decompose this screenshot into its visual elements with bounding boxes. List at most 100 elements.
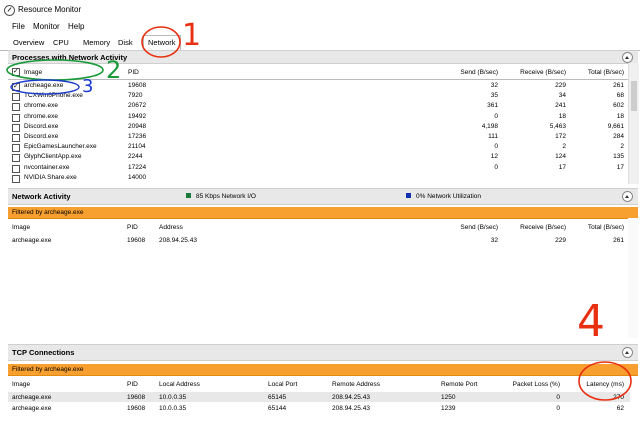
tab-cpu[interactable]: CPU (53, 38, 69, 47)
menu-bar: File Monitor Help (0, 20, 640, 34)
process-total: 2 (620, 143, 624, 151)
process-send: 0 (494, 163, 498, 171)
processes-section-header[interactable]: Processes with Network Activity (8, 50, 638, 64)
tcp-filter-bar: Filtered by archeage.exe (8, 364, 638, 376)
header-divider (8, 79, 638, 80)
tcp-remote-port: 1239 (441, 404, 456, 412)
tcp-section-header[interactable]: TCP Connections (8, 344, 638, 361)
tab-memory[interactable]: Memory (83, 38, 110, 47)
tcp-col-remote-address[interactable]: Remote Address (332, 381, 380, 388)
scrollbar-thumb[interactable] (631, 81, 637, 111)
col-total[interactable]: Total (B/sec) (568, 69, 624, 76)
tcp-latency: 62 (616, 404, 624, 412)
collapse-processes-button[interactable] (622, 52, 633, 63)
na-col-image[interactable]: Image (12, 224, 30, 231)
process-image: TCXWin6Phone.exe (24, 92, 83, 100)
na-row-receive: 229 (555, 237, 566, 244)
menu-monitor[interactable]: Monitor (33, 22, 60, 31)
row-checkbox[interactable] (12, 134, 20, 142)
row-checkbox[interactable] (12, 174, 20, 183)
network-activity-section-header[interactable]: Network Activity 85 Kbps Network I/O 0% … (8, 188, 638, 205)
tcp-filter-text: Filtered by archeage.exe (12, 366, 84, 373)
row-checkbox[interactable] (12, 154, 20, 163)
annotation-number-3: 3 (82, 76, 94, 97)
process-pid: 20948 (128, 122, 147, 130)
process-total: 68 (616, 92, 624, 100)
tcp-col-remote-port[interactable]: Remote Port (441, 381, 478, 388)
tab-disk[interactable]: Disk (118, 38, 133, 47)
process-send: 32 (490, 82, 498, 89)
na-col-total[interactable]: Total (B/sec) (568, 224, 624, 231)
collapse-tcp-button[interactable] (622, 347, 633, 358)
menu-help[interactable]: Help (68, 22, 84, 31)
process-total: 284 (613, 133, 624, 140)
menu-file[interactable]: File (12, 22, 25, 31)
process-image: nvcontainer.exe (24, 163, 70, 171)
network-utilization-legend-swatch (406, 193, 411, 198)
process-pid: 17224 (128, 163, 147, 171)
process-send: 12 (490, 153, 498, 161)
process-receive: 172 (555, 133, 566, 140)
tcp-col-image[interactable]: Image (12, 381, 30, 388)
annotation-number-1: 1 (182, 18, 202, 53)
na-col-send[interactable]: Send (B/sec) (450, 224, 498, 231)
process-receive: 241 (555, 102, 566, 110)
network-io-legend-swatch (186, 193, 191, 198)
col-receive[interactable]: Receive (B/sec) (500, 69, 566, 76)
process-image: Discord.exe (24, 122, 59, 130)
tab-overview[interactable]: Overview (13, 38, 44, 47)
select-all-checkbox[interactable] (12, 67, 20, 76)
na-row-send: 32 (490, 237, 498, 244)
tcp-pid: 19608 (127, 394, 146, 401)
annotation-number-4: 4 (577, 296, 605, 347)
na-row-address: 208.94.25.43 (159, 237, 197, 244)
tcp-col-latency[interactable]: Latency (ms) (570, 381, 624, 388)
process-receive: 17 (558, 163, 566, 171)
row-checkbox[interactable] (12, 113, 20, 122)
annotation-number-2: 2 (106, 56, 122, 84)
col-image[interactable]: Image (24, 69, 42, 76)
process-total: 261 (613, 82, 624, 89)
process-pid: 20672 (128, 102, 147, 110)
tcp-latency: 270 (613, 394, 624, 401)
process-pid: 17236 (128, 133, 147, 140)
tcp-local-address: 10.0.0.35 (159, 394, 187, 401)
row-checkbox[interactable] (12, 144, 20, 153)
tcp-col-pid[interactable]: PID (127, 381, 138, 388)
tcp-image: archeage.exe (12, 404, 52, 412)
resource-monitor-icon (4, 5, 15, 16)
na-col-pid[interactable]: PID (127, 224, 138, 231)
row-checkbox[interactable] (12, 93, 20, 102)
tcp-packet-loss: 0 (556, 404, 560, 412)
row-checkbox[interactable] (12, 82, 20, 91)
process-send: 35 (490, 92, 498, 100)
process-send: 0 (494, 112, 498, 120)
network-io-legend: 85 Kbps Network I/O (196, 192, 256, 200)
process-send: 4,198 (481, 122, 498, 130)
na-col-address[interactable]: Address (159, 224, 183, 231)
process-total: 135 (613, 153, 624, 161)
process-receive: 124 (555, 153, 566, 161)
tcp-local-port: 65145 (268, 394, 287, 401)
col-pid[interactable]: PID (128, 69, 139, 76)
tcp-col-local-address[interactable]: Local Address (159, 381, 200, 388)
tcp-image: archeage.exe (12, 394, 52, 401)
row-checkbox[interactable] (12, 123, 20, 132)
process-pid: 19608 (128, 82, 147, 89)
col-send[interactable]: Send (B/sec) (450, 69, 498, 76)
process-send: 111 (488, 133, 498, 140)
tcp-col-packet-loss[interactable]: Packet Loss (%) (500, 381, 560, 388)
row-checkbox[interactable] (12, 164, 20, 173)
na-col-receive[interactable]: Receive (B/sec) (500, 224, 566, 231)
collapse-network-activity-button[interactable] (622, 191, 633, 202)
process-receive: 229 (555, 82, 566, 89)
network-activity-title: Network Activity (12, 192, 71, 201)
process-total: 602 (613, 102, 624, 110)
tcp-section-title: TCP Connections (12, 348, 75, 357)
tab-bar: Overview CPU Memory Disk Network (0, 34, 640, 52)
process-image: GlyphClientApp.exe (24, 153, 82, 161)
tcp-local-address: 10.0.0.35 (159, 404, 187, 412)
processes-scrollbar[interactable] (628, 63, 639, 184)
tcp-col-local-port[interactable]: Local Port (268, 381, 297, 388)
row-checkbox[interactable] (12, 103, 20, 112)
